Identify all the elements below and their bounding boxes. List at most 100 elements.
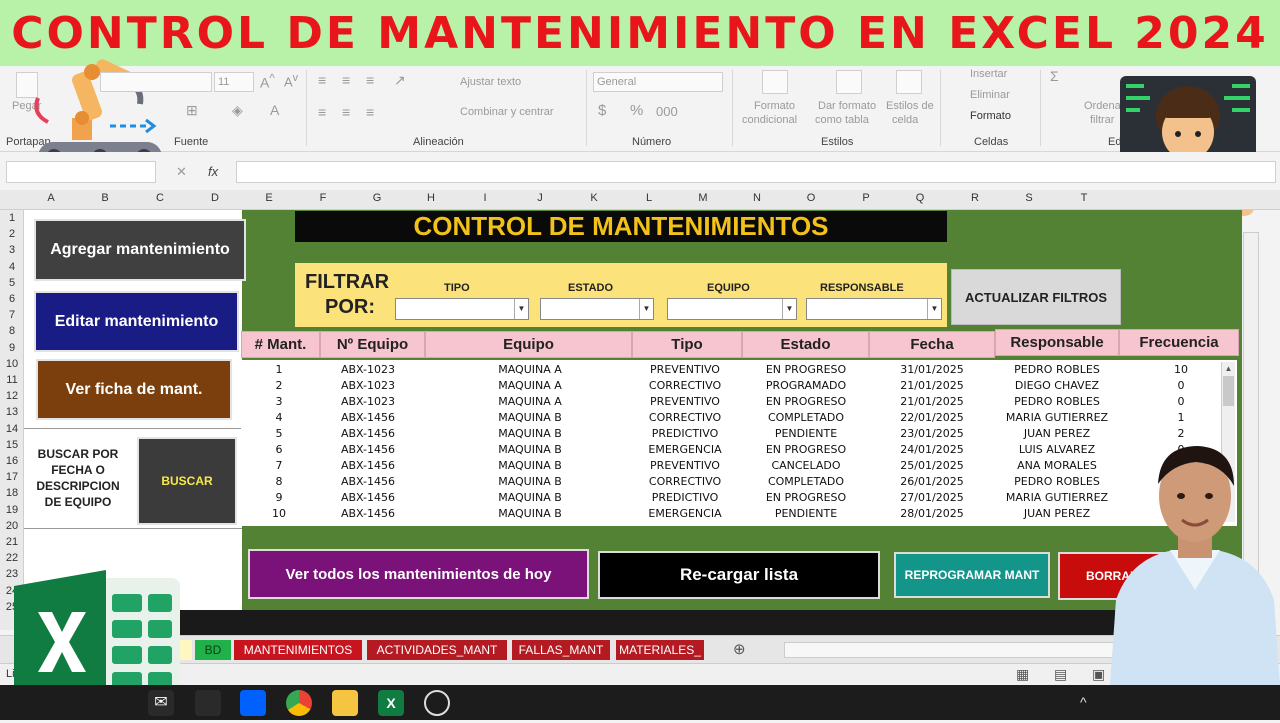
align-center-icon[interactable]: ≡: [342, 104, 350, 120]
row-header[interactable]: 5: [0, 277, 24, 289]
sheet-tab[interactable]: MANTENIMIENTOS: [234, 640, 362, 660]
table-row[interactable]: 9 ABX-1456 MAQUINA B PREDICTIVO EN PROGRESO 2…: [241, 490, 1221, 506]
table-column-header[interactable]: Fecha: [869, 331, 995, 358]
row-header[interactable]: 18: [0, 487, 24, 499]
scroll-thumb[interactable]: [1223, 376, 1234, 406]
sheet-tab[interactable]: BD: [195, 640, 231, 660]
column-header[interactable]: O: [801, 192, 821, 204]
row-header[interactable]: 10: [0, 358, 24, 370]
currency-icon[interactable]: $: [598, 102, 606, 119]
row-header[interactable]: 19: [0, 504, 24, 516]
page-layout-icon[interactable]: ▤: [1054, 666, 1067, 683]
edit-maintenance-button[interactable]: Editar mantenimiento: [34, 291, 239, 352]
table-row[interactable]: 2 ABX-1023 MAQUINA A CORRECTIVO PROGRAMADO 21…: [241, 378, 1221, 394]
row-header[interactable]: 4: [0, 261, 24, 273]
column-header[interactable]: E: [259, 192, 279, 204]
format-as-table-icon[interactable]: [836, 70, 862, 94]
column-header[interactable]: A: [41, 192, 61, 204]
row-header[interactable]: 9: [0, 342, 24, 354]
column-header[interactable]: F: [313, 192, 333, 204]
insert-cells-button[interactable]: Insertar: [970, 68, 1007, 80]
font-size-dropdown[interactable]: 11: [214, 72, 254, 92]
autosum-icon[interactable]: Σ: [1050, 68, 1059, 84]
maintenance-table[interactable]: 1 ABX-1023 MAQUINA A PREVENTIVO EN PROGRESO 3…: [241, 360, 1237, 526]
sheet-tab[interactable]: FALLAS_MANT: [512, 640, 610, 660]
column-header[interactable]: J: [530, 192, 550, 204]
column-header[interactable]: S: [1019, 192, 1039, 204]
percent-icon[interactable]: %: [630, 102, 643, 119]
font-color-icon[interactable]: A: [270, 102, 279, 118]
formula-input[interactable]: [236, 161, 1276, 183]
view-today-button[interactable]: Ver todos los mantenimientos de hoy: [248, 549, 589, 599]
view-maintenance-sheet-button[interactable]: Ver ficha de mant.: [36, 359, 232, 420]
column-header[interactable]: G: [367, 192, 387, 204]
column-header[interactable]: P: [856, 192, 876, 204]
sheet-tab[interactable]: MATERIALES_: [616, 640, 704, 660]
name-box[interactable]: [6, 161, 156, 183]
number-format-dropdown[interactable]: General: [593, 72, 723, 92]
add-maintenance-button[interactable]: Agregar mantenimiento: [34, 219, 246, 281]
update-filters-button[interactable]: ACTUALIZAR FILTROS: [951, 269, 1121, 325]
row-header[interactable]: 6: [0, 293, 24, 305]
column-header[interactable]: T: [1074, 192, 1094, 204]
table-row[interactable]: 8 ABX-1456 MAQUINA B CORRECTIVO COMPLETADO 26…: [241, 474, 1221, 490]
orientation-icon[interactable]: ↗: [394, 72, 406, 89]
store-icon[interactable]: [195, 690, 221, 716]
column-header[interactable]: L: [639, 192, 659, 204]
align-left-icon[interactable]: ≡: [318, 104, 326, 120]
responsible-filter-select[interactable]: ▼: [806, 298, 942, 320]
table-row[interactable]: 10 ABX-1456 MAQUINA B EMERGENCIA PENDIENTE 28…: [241, 506, 1221, 522]
row-header[interactable]: 20: [0, 520, 24, 532]
column-header[interactable]: N: [747, 192, 767, 204]
align-middle-icon[interactable]: ≡: [342, 72, 350, 88]
chrome-icon[interactable]: [286, 690, 312, 716]
table-column-header[interactable]: Equipo: [425, 331, 632, 358]
row-header[interactable]: 1: [0, 212, 24, 224]
cancel-icon[interactable]: ✕: [176, 164, 187, 180]
borders-icon[interactable]: ⊞: [186, 102, 198, 119]
table-column-header[interactable]: Responsable: [995, 329, 1119, 356]
row-header[interactable]: 16: [0, 455, 24, 467]
mail-icon[interactable]: ✉: [148, 690, 174, 716]
column-header[interactable]: C: [150, 192, 170, 204]
row-header[interactable]: 8: [0, 325, 24, 337]
sort-filter-button[interactable]: Ordena: [1084, 100, 1121, 112]
add-sheet-icon[interactable]: ⊕: [733, 640, 746, 658]
table-column-header[interactable]: Estado: [742, 331, 869, 358]
column-header[interactable]: H: [421, 192, 441, 204]
row-header[interactable]: 21: [0, 536, 24, 548]
sheet-tab[interactable]: ACTIVIDADES_MANT: [367, 640, 507, 660]
table-row[interactable]: 1 ABX-1023 MAQUINA A PREVENTIVO EN PROGRESO 3…: [241, 362, 1221, 378]
merge-center-button[interactable]: Combinar y centrar: [460, 106, 554, 118]
column-header[interactable]: M: [693, 192, 713, 204]
fill-color-icon[interactable]: ◈: [232, 102, 243, 119]
table-column-header[interactable]: Frecuencia: [1119, 329, 1239, 356]
row-header[interactable]: 22: [0, 552, 24, 564]
row-header[interactable]: 7: [0, 309, 24, 321]
reload-list-button[interactable]: Re-cargar lista: [598, 551, 880, 599]
table-row[interactable]: 4 ABX-1456 MAQUINA B CORRECTIVO COMPLETADO 22…: [241, 410, 1221, 426]
column-header[interactable]: B: [95, 192, 115, 204]
table-column-header[interactable]: # Mant.: [241, 331, 320, 358]
column-header[interactable]: Q: [910, 192, 930, 204]
equipment-filter-select[interactable]: ▼: [667, 298, 797, 320]
conditional-format-icon[interactable]: [762, 70, 788, 94]
row-header[interactable]: 11: [0, 374, 24, 386]
page-break-icon[interactable]: ▣: [1092, 666, 1105, 683]
row-header[interactable]: 13: [0, 406, 24, 418]
table-column-header[interactable]: Nº Equipo: [320, 331, 425, 358]
comma-style-icon[interactable]: 000: [656, 104, 678, 119]
wrap-text-button[interactable]: Ajustar texto: [460, 76, 521, 88]
row-header[interactable]: 17: [0, 471, 24, 483]
increase-font-icon[interactable]: A^: [260, 72, 275, 91]
table-row[interactable]: 5 ABX-1456 MAQUINA B PREDICTIVO PENDIENTE 23/…: [241, 426, 1221, 442]
format-cells-button[interactable]: Formato: [970, 110, 1011, 122]
horizontal-scrollbar[interactable]: [784, 642, 1114, 658]
tray-chevron-icon[interactable]: ^: [1080, 694, 1087, 710]
status-filter-select[interactable]: ▼: [540, 298, 654, 320]
font-name-dropdown[interactable]: [100, 72, 212, 92]
row-header[interactable]: 12: [0, 390, 24, 402]
reschedule-button[interactable]: REPROGRAMAR MANT: [894, 552, 1050, 598]
dropbox-icon[interactable]: [240, 690, 266, 716]
app-icon[interactable]: [424, 690, 450, 716]
